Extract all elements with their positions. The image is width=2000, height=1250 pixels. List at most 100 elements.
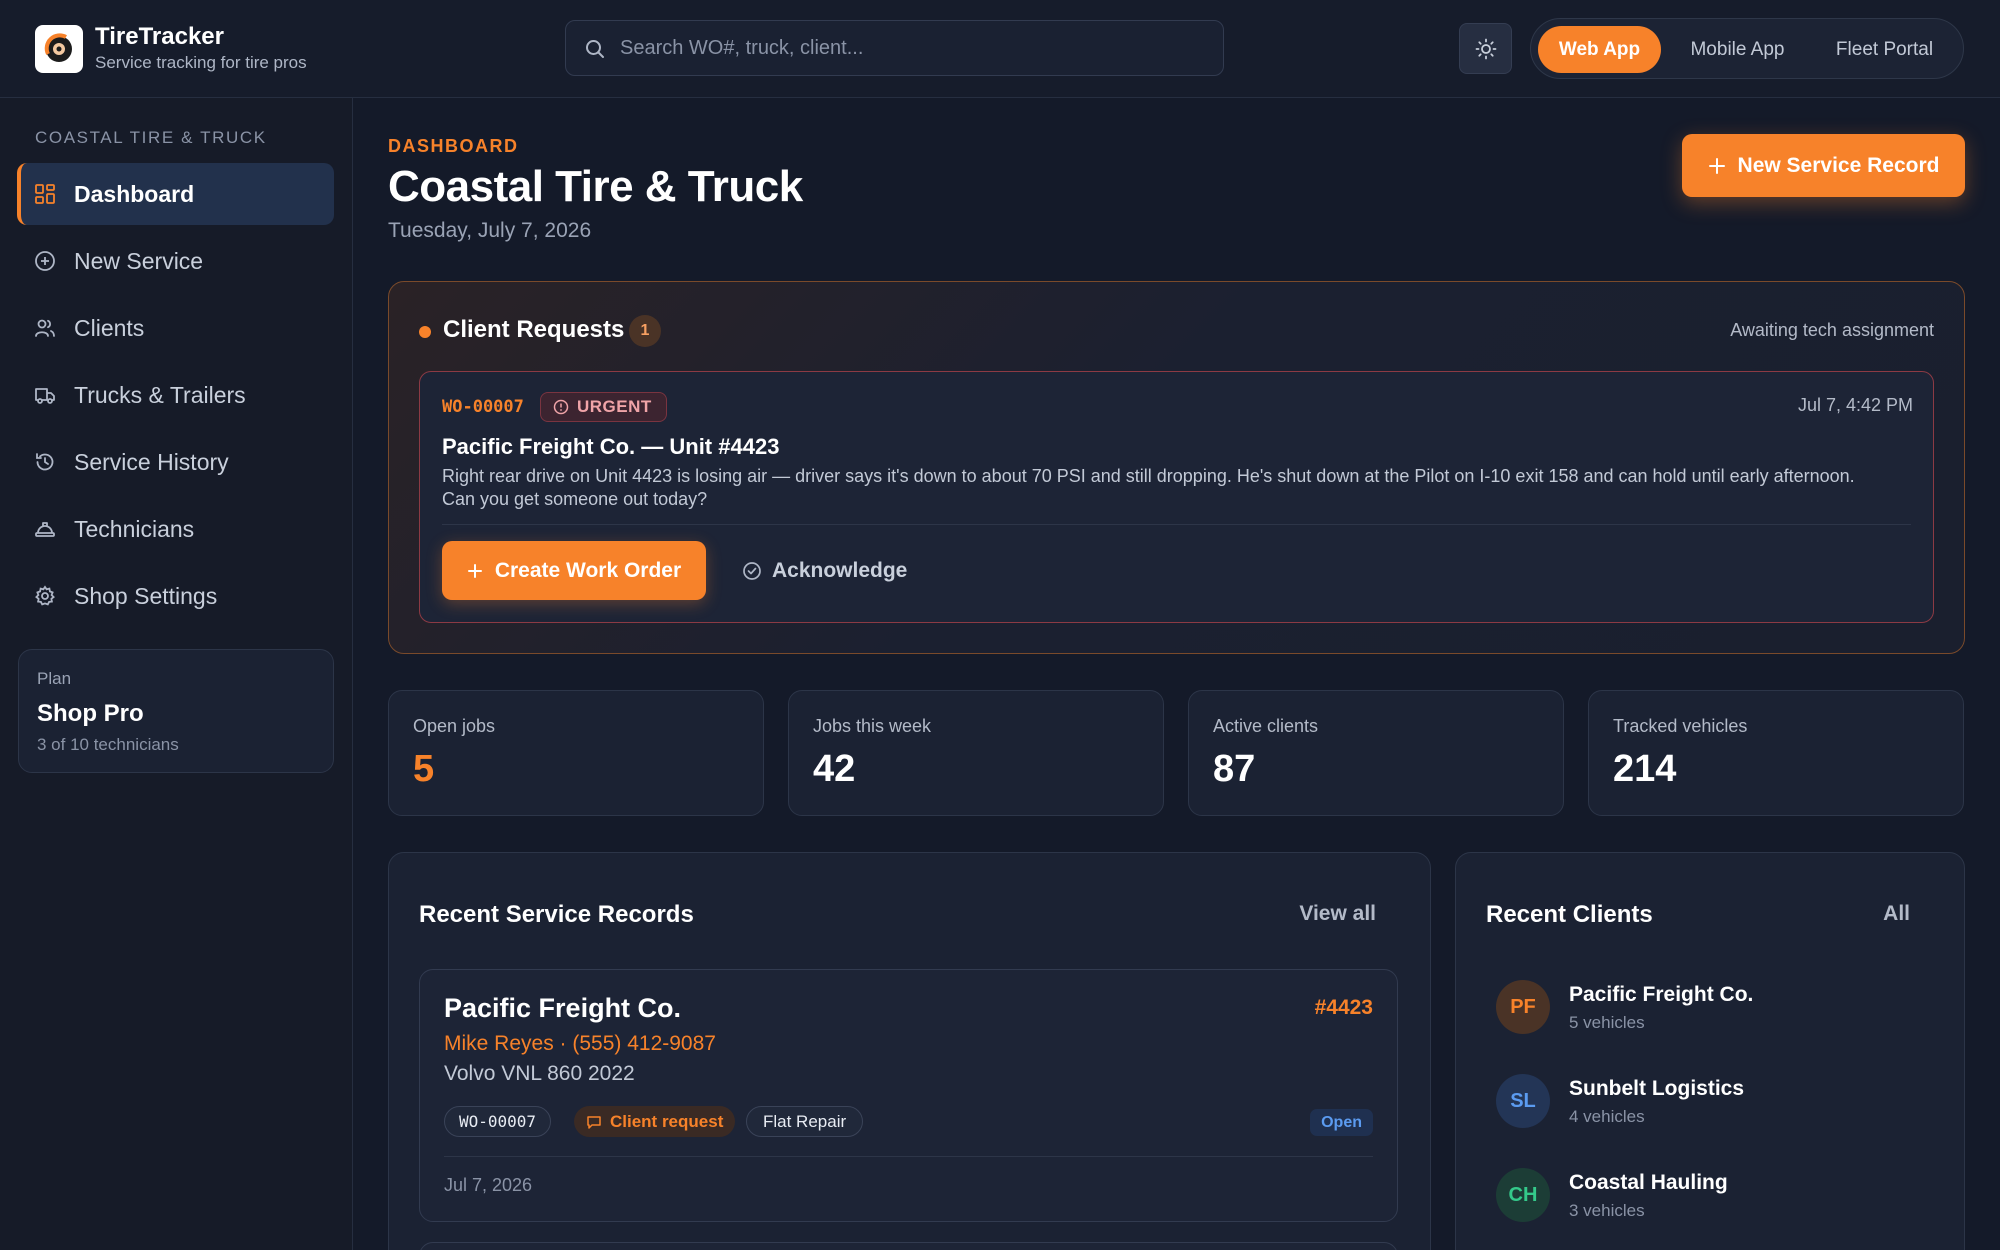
sidebar-item-service-history[interactable]: Service History xyxy=(17,431,334,493)
client-row[interactable]: CH Coastal Hauling 3 vehicles xyxy=(1496,1166,1936,1226)
client-row[interactable]: PF Pacific Freight Co. 5 vehicles xyxy=(1496,978,1936,1038)
plus-circle-icon xyxy=(35,251,55,271)
client-vehicle-count: 3 vehicles xyxy=(1569,1201,1645,1220)
sidebar-item-trucks-trailers[interactable]: Trucks & Trailers xyxy=(17,364,334,426)
service-record-card[interactable]: Pacific Freight Co. #4423 Mike Reyes · (… xyxy=(419,969,1398,1222)
history-icon xyxy=(36,453,54,471)
stat-label: Tracked vehicles xyxy=(1613,716,1748,736)
stat-value: 214 xyxy=(1613,748,1677,790)
org-label: COASTAL TIRE & TRUCK xyxy=(35,128,267,147)
client-requests-title: Client Requests xyxy=(443,316,625,343)
app-name: TireTracker xyxy=(95,23,224,50)
panel-title: Recent Service Records xyxy=(419,901,694,928)
stat-label: Jobs this week xyxy=(813,716,932,736)
plus-icon xyxy=(467,563,482,578)
client-vehicle-count: 5 vehicles xyxy=(1569,1013,1645,1032)
stat-card-active-clients[interactable]: Active clients 87 xyxy=(1188,690,1564,816)
switch-mobile-app[interactable]: Mobile App xyxy=(1674,26,1801,73)
sidebar-item-label: Clients xyxy=(74,314,145,341)
search-icon xyxy=(586,40,604,58)
page-title: Coastal Tire & Truck xyxy=(388,162,803,211)
client-row[interactable]: SL Sunbelt Logistics 4 vehicles xyxy=(1496,1072,1936,1132)
sidebar: COASTAL TIRE & TRUCK Dashboard New Servi… xyxy=(0,98,353,1250)
client-avatar: SL xyxy=(1496,1074,1550,1128)
new-service-record-button[interactable]: New Service Record xyxy=(1682,134,1965,197)
hard-hat-icon xyxy=(35,522,55,537)
create-work-order-button[interactable]: Create Work Order xyxy=(442,541,706,600)
plan-card[interactable]: Plan Shop Pro 3 of 10 technicians xyxy=(18,649,334,773)
sidebar-item-technicians[interactable]: Technicians xyxy=(17,498,334,560)
app-logo[interactable] xyxy=(35,25,83,73)
client-name: Coastal Hauling xyxy=(1569,1171,1728,1194)
client-requests-count-badge: 1 xyxy=(629,315,661,347)
view-all-link[interactable]: View all xyxy=(1299,902,1376,926)
tire-logo-icon xyxy=(44,33,72,62)
switch-web-app[interactable]: Web App xyxy=(1538,26,1661,73)
plan-name: Shop Pro xyxy=(37,700,144,727)
app-switcher: Web App Mobile App Fleet Portal xyxy=(1530,18,1964,79)
search-box[interactable] xyxy=(565,20,1224,76)
client-name: Sunbelt Logistics xyxy=(1569,1077,1745,1100)
alert-circle-icon xyxy=(553,399,569,415)
sidebar-item-label: Shop Settings xyxy=(74,582,218,609)
urgent-label: URGENT xyxy=(577,397,652,416)
divider xyxy=(442,524,1911,525)
all-clients-link[interactable]: All xyxy=(1883,902,1910,926)
grid-icon xyxy=(35,184,55,204)
stat-label: Open jobs xyxy=(413,716,496,736)
service-record-card[interactable] xyxy=(419,1242,1398,1250)
acknowledge-button[interactable]: Acknowledge xyxy=(742,541,907,600)
stat-card-jobs-this-week[interactable]: Jobs this week 42 xyxy=(788,690,1164,816)
sidebar-item-label: Technicians xyxy=(74,515,195,542)
search-input[interactable] xyxy=(620,21,1210,75)
panel-title: Recent Clients xyxy=(1486,901,1653,928)
plus-icon xyxy=(1708,157,1725,174)
status-dot xyxy=(419,326,431,338)
stat-value: 87 xyxy=(1213,748,1256,790)
record-vehicle: Volvo VNL 860 2022 xyxy=(444,1062,635,1085)
new-service-record-label: New Service Record xyxy=(1737,153,1940,177)
recent-clients-panel: Recent Clients All PF Pacific Freight Co… xyxy=(1455,852,1965,1250)
record-contact[interactable]: Mike Reyes · (555) 412-9087 xyxy=(444,1032,716,1056)
urgent-badge: URGENT xyxy=(540,392,667,422)
client-request-tag: Client request xyxy=(574,1106,736,1137)
plan-detail: 3 of 10 technicians xyxy=(37,735,179,754)
stat-card-tracked-vehicles[interactable]: Tracked vehicles 214 xyxy=(1588,690,1964,816)
switch-fleet-portal[interactable]: Fleet Portal xyxy=(1818,26,1951,73)
stat-value: 42 xyxy=(813,748,856,790)
record-unit-number: #4423 xyxy=(1314,996,1373,1019)
client-request-card[interactable]: WO-00007 URGENT Jul 7, 4:42 PM Pacific F… xyxy=(419,371,1934,623)
sidebar-item-label: Trucks & Trailers xyxy=(74,381,246,408)
request-heading: Pacific Freight Co. — Unit #4423 xyxy=(442,434,780,459)
stat-card-open-jobs[interactable]: Open jobs 5 xyxy=(388,690,764,816)
sidebar-item-label: New Service xyxy=(74,247,204,274)
sidebar-item-new-service[interactable]: New Service xyxy=(17,230,334,292)
sidebar-item-label: Service History xyxy=(74,448,229,475)
service-type-tag: Flat Repair xyxy=(746,1106,864,1137)
work-order-tag: WO-00007 xyxy=(444,1106,552,1137)
record-client-name: Pacific Freight Co. xyxy=(444,993,682,1023)
sidebar-item-dashboard[interactable]: Dashboard xyxy=(17,163,334,225)
sidebar-item-shop-settings[interactable]: Shop Settings xyxy=(17,565,334,627)
theme-toggle-button[interactable] xyxy=(1459,23,1512,74)
client-avatar: PF xyxy=(1496,980,1550,1034)
create-work-order-label: Create Work Order xyxy=(494,558,682,582)
acknowledge-label: Acknowledge xyxy=(772,558,908,582)
divider xyxy=(444,1156,1373,1157)
client-requests-status: Awaiting tech assignment xyxy=(1730,320,1934,340)
truck-icon xyxy=(35,388,55,404)
users-icon xyxy=(35,319,55,337)
stat-value: 5 xyxy=(413,748,435,790)
sun-icon xyxy=(1475,38,1496,59)
check-circle-icon xyxy=(743,561,761,580)
request-message: Right rear drive on Unit 4423 is losing … xyxy=(442,466,1855,509)
request-timestamp: Jul 7, 4:42 PM xyxy=(1797,395,1913,415)
app-tagline: Service tracking for tire pros xyxy=(95,53,307,72)
sidebar-item-clients[interactable]: Clients xyxy=(17,297,334,359)
message-icon xyxy=(587,1115,601,1129)
sidebar-item-label: Dashboard xyxy=(74,180,195,207)
client-requests-panel: Client Requests 1 Awaiting tech assignme… xyxy=(388,281,1965,654)
stat-label: Active clients xyxy=(1213,716,1319,736)
plan-label: Plan xyxy=(37,669,72,688)
work-order-number: WO-00007 xyxy=(442,397,524,417)
